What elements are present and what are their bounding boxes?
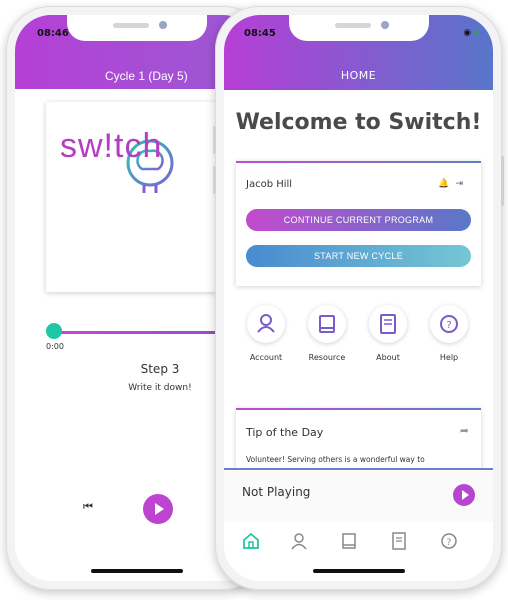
svg-text:?: ? (446, 320, 451, 331)
book-icon[interactable] (338, 530, 360, 552)
book-icon (319, 315, 335, 333)
quick-link-label: Account (249, 353, 283, 362)
notch (67, 15, 207, 41)
status-time: 08:46 (37, 28, 69, 39)
question-icon[interactable]: ? (438, 530, 460, 552)
home-indicator (312, 569, 405, 573)
document-icon (380, 314, 396, 334)
front-phone: 08:45 ◉ ▮ HOME Welcome to Switch! Jacob … (213, 6, 504, 590)
player-status: Not Playing (242, 485, 311, 499)
person-icon (257, 314, 275, 333)
share-icon[interactable]: ➦ (460, 424, 469, 437)
mini-player: Not Playing (224, 468, 493, 522)
bell-icon[interactable]: 🔔 (438, 179, 455, 189)
cycle-title: Cycle 1 (Day 5) (105, 69, 188, 83)
status-time: 08:45 (244, 28, 276, 39)
user-name: Jacob Hill (246, 179, 293, 190)
question-icon: ? (440, 315, 458, 333)
step-subtitle: Write it down! (128, 383, 192, 393)
step-title: Step 3 (140, 362, 180, 376)
audio-progress-handle[interactable] (46, 323, 62, 339)
continue-program-button[interactable]: CONTINUE CURRENT PROGRAM (246, 209, 471, 231)
page-title: HOME (340, 69, 377, 82)
quick-link-label: Help (439, 353, 459, 362)
document-icon[interactable] (388, 530, 410, 552)
skip-previous-icon[interactable]: ⏮ (83, 500, 93, 514)
quick-link-label: About (376, 353, 400, 362)
quick-link-label: Resource (308, 353, 346, 362)
wifi-icon: ◉ (463, 28, 472, 38)
quick-link-account[interactable]: Account (236, 305, 296, 362)
mini-play-button[interactable] (453, 484, 475, 506)
elapsed-time: 0:00 (46, 342, 64, 351)
switch-logo-text: sw!tch (60, 127, 163, 165)
user-card: Jacob Hill 🔔⇥ CONTINUE CURRENT PROGRAM S… (236, 161, 481, 286)
welcome-heading: Welcome to Switch! (235, 110, 482, 135)
person-icon[interactable] (288, 530, 310, 552)
quick-link-help[interactable]: ? Help (419, 305, 479, 362)
tab-bar: ? (224, 522, 493, 562)
logout-icon[interactable]: ⇥ (455, 179, 469, 189)
front-phone-screen: 08:45 ◉ ▮ HOME Welcome to Switch! Jacob … (224, 15, 493, 581)
tip-text: Volunteer! Serving others is a wonderful… (246, 455, 425, 464)
quick-link-resource[interactable]: Resource (297, 305, 357, 362)
home-indicator (91, 569, 183, 573)
home-icon[interactable] (240, 530, 262, 552)
start-new-cycle-button[interactable]: START NEW CYCLE (246, 245, 471, 267)
notch (288, 15, 429, 41)
svg-text:?: ? (447, 538, 452, 548)
tip-title: Tip of the Day (246, 426, 324, 439)
status-icons: ◉ ▮ (463, 28, 479, 38)
battery-icon: ▮ (474, 28, 479, 38)
play-button[interactable] (143, 494, 173, 524)
quick-link-about[interactable]: About (358, 305, 418, 362)
